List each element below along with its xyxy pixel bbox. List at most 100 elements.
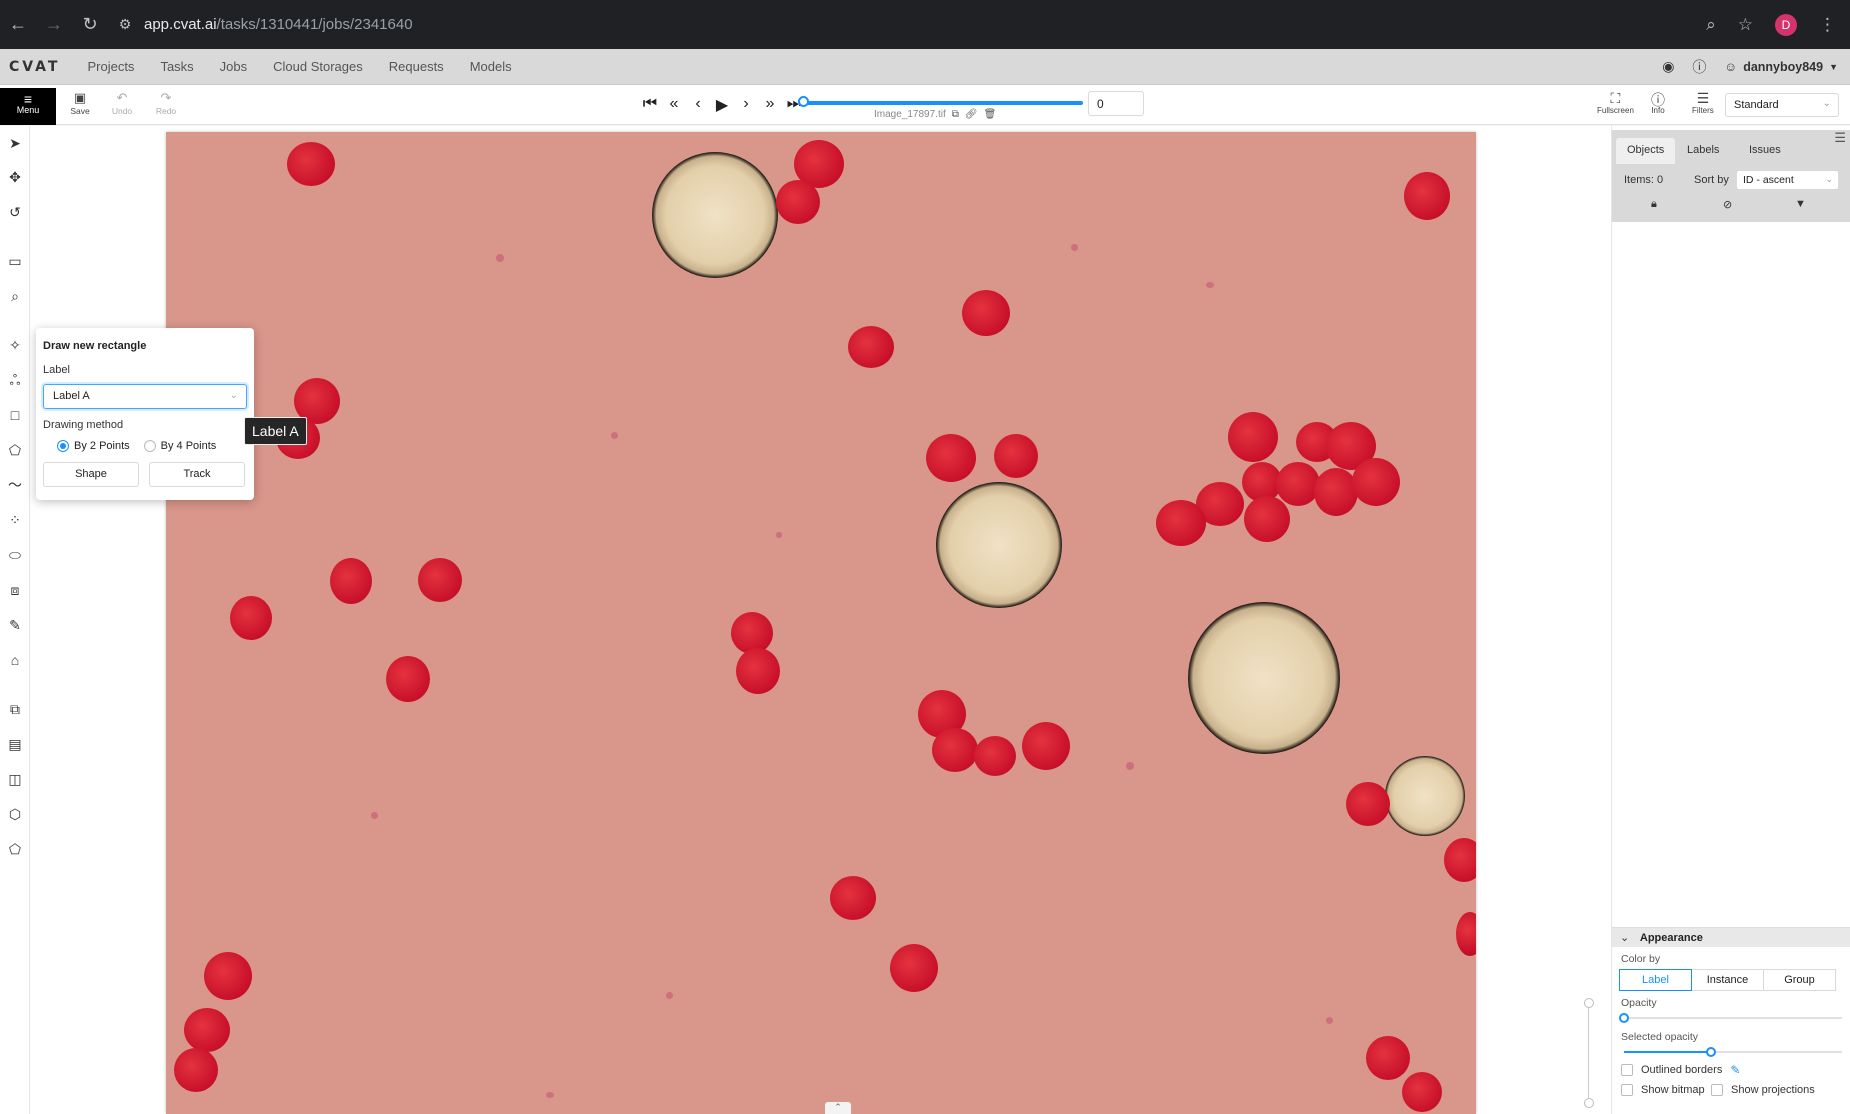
save-button[interactable]: ▣ Save: [60, 90, 100, 116]
merge-icon[interactable]: ⧉: [4, 698, 26, 720]
browser-menu-icon[interactable]: ⋮: [1819, 15, 1836, 35]
appearance-header[interactable]: ⌄ Appearance: [1612, 927, 1850, 947]
image-cell: [848, 326, 894, 368]
nav-requests[interactable]: Requests: [376, 59, 457, 74]
color-by-instance[interactable]: Instance: [1691, 969, 1764, 991]
nav-tasks[interactable]: Tasks: [147, 59, 206, 74]
zoom-icon[interactable]: ⌕: [1706, 15, 1716, 35]
info-label: Info: [1651, 106, 1665, 115]
annotated-image[interactable]: [166, 132, 1476, 1114]
workspace-select[interactable]: Standard ⌄: [1725, 93, 1839, 117]
nav-cloud-storages[interactable]: Cloud Storages: [260, 59, 376, 74]
sort-select[interactable]: ID - ascent ⌄: [1736, 170, 1839, 190]
ai-tools-icon[interactable]: ஃ: [4, 369, 26, 391]
undo-button[interactable]: ↶ Undo: [102, 90, 142, 116]
address-bar[interactable]: app.cvat.ai/tasks/1310441/jobs/2341640: [144, 16, 413, 33]
expand-panel-icon[interactable]: ⌃: [825, 1102, 851, 1114]
color-by-group[interactable]: Group: [1763, 969, 1836, 991]
radio-by-4-points[interactable]: By 4 Points: [143, 440, 216, 452]
help-icon[interactable]: ⓘ: [1692, 57, 1706, 77]
first-frame-icon[interactable]: ⏮: [640, 95, 660, 115]
menu-button[interactable]: ≡ Menu: [0, 88, 56, 125]
hide-all-icon[interactable]: ⊘: [1723, 198, 1732, 211]
image-cell: [1456, 912, 1476, 956]
tab-objects[interactable]: Objects: [1616, 138, 1676, 164]
link-icon[interactable]: 🔗︎: [965, 109, 978, 120]
join-icon[interactable]: ⬡: [4, 803, 26, 825]
info-button[interactable]: ⓘ Info: [1651, 90, 1665, 115]
cvat-logo[interactable]: CVAT: [9, 59, 60, 75]
zoom-region-icon[interactable]: ⌕: [4, 285, 26, 307]
draw-mask-icon[interactable]: ✎: [4, 614, 26, 636]
radio-selected-icon: [57, 440, 69, 452]
zoom-handle[interactable]: [1584, 998, 1594, 1008]
frame-slider[interactable]: [801, 101, 1083, 105]
site-info-icon[interactable]: ⚙: [112, 16, 138, 33]
magic-wand-icon[interactable]: ✧: [4, 334, 26, 356]
move-icon[interactable]: ✥: [4, 166, 26, 188]
color-by-label[interactable]: Label: [1619, 969, 1692, 991]
draw-polyline-icon[interactable]: 〜: [4, 474, 26, 496]
image-spore: [1188, 602, 1340, 754]
github-icon[interactable]: ◉: [1662, 58, 1674, 75]
objects-panel-header: Objects Labels Issues Items: 0 Sort by I…: [1612, 130, 1850, 222]
copy-icon[interactable]: ⧉: [952, 109, 959, 120]
annotation-canvas[interactable]: [30, 126, 1612, 1114]
play-icon[interactable]: ▶: [712, 95, 732, 115]
draw-ellipse-icon[interactable]: ⬭: [4, 544, 26, 566]
redo-button[interactable]: ↷ Redo: [146, 90, 186, 116]
user-menu[interactable]: ☺ dannyboy849 ▼: [1724, 60, 1838, 74]
delete-icon[interactable]: 🗑︎: [984, 109, 997, 120]
label-select[interactable]: Label A ⌄: [43, 384, 247, 409]
cursor-icon[interactable]: ➤: [4, 132, 26, 154]
outlined-borders-checkbox[interactable]: Outlined borders ✎: [1621, 1063, 1740, 1077]
shape-button[interactable]: Shape: [43, 462, 139, 487]
group-icon[interactable]: ▤: [4, 733, 26, 755]
expand-all-icon[interactable]: ▼: [1795, 198, 1806, 210]
opacity-slider[interactable]: [1624, 1017, 1842, 1019]
image-debris: [1206, 282, 1214, 288]
back-icon[interactable]: ←: [0, 14, 36, 35]
tab-issues[interactable]: Issues: [1738, 138, 1792, 164]
filters-button[interactable]: ☰ Filters: [1692, 90, 1714, 115]
sidebar-toggle-icon[interactable]: ☰: [1834, 130, 1846, 146]
nav-models[interactable]: Models: [457, 59, 525, 74]
nav-jobs[interactable]: Jobs: [207, 59, 260, 74]
track-button[interactable]: Track: [149, 462, 245, 487]
draw-rectangle-icon[interactable]: □: [4, 404, 26, 426]
bookmark-star-icon[interactable]: ☆: [1738, 15, 1753, 35]
frame-number-input[interactable]: 0: [1088, 91, 1144, 116]
selected-opacity-slider[interactable]: [1624, 1051, 1842, 1053]
draw-polygon-icon[interactable]: ⬠: [4, 439, 26, 461]
slice-icon[interactable]: ⬠: [4, 838, 26, 860]
opacity-slider-handle[interactable]: [1619, 1013, 1629, 1023]
frame-slider-handle[interactable]: [798, 96, 809, 107]
draw-points-icon[interactable]: ⁘: [4, 509, 26, 531]
fullscreen-button[interactable]: ⛶ Fullscreen: [1597, 90, 1634, 115]
split-icon[interactable]: ◫: [4, 768, 26, 790]
color-picker-icon[interactable]: ✎: [1730, 1063, 1740, 1077]
profile-avatar[interactable]: D: [1775, 13, 1797, 36]
radio-by-2-points[interactable]: By 2 Points: [57, 440, 130, 452]
zoom-track[interactable]: [1588, 1006, 1589, 1098]
show-projections-checkbox[interactable]: Show projections: [1711, 1084, 1815, 1096]
rotate-icon[interactable]: ↺: [4, 201, 26, 223]
previous-frame-icon[interactable]: ‹: [688, 95, 708, 115]
reload-icon[interactable]: ↻: [72, 14, 108, 35]
selected-opacity-caption: Selected opacity: [1621, 1031, 1699, 1043]
selected-opacity-slider-handle[interactable]: [1706, 1047, 1717, 1057]
fit-image-icon[interactable]: ▭: [4, 250, 26, 272]
draw-cuboid-icon[interactable]: ⧈: [4, 579, 26, 601]
show-bitmap-checkbox[interactable]: Show bitmap: [1621, 1084, 1705, 1096]
next-frame-icon[interactable]: ›: [736, 95, 756, 115]
radio-label: By 2 Points: [74, 440, 130, 452]
lock-all-icon[interactable]: 🔒︎: [1651, 198, 1657, 211]
image-cell: [962, 290, 1010, 336]
forward-step-icon[interactable]: »: [760, 95, 780, 115]
nav-projects[interactable]: Projects: [74, 59, 147, 74]
tab-labels[interactable]: Labels: [1676, 138, 1730, 164]
tag-icon[interactable]: ⌂: [4, 649, 26, 671]
forward-icon[interactable]: →: [36, 14, 72, 35]
back-step-icon[interactable]: «: [664, 95, 684, 115]
zoom-reset-icon[interactable]: [1584, 1098, 1594, 1108]
